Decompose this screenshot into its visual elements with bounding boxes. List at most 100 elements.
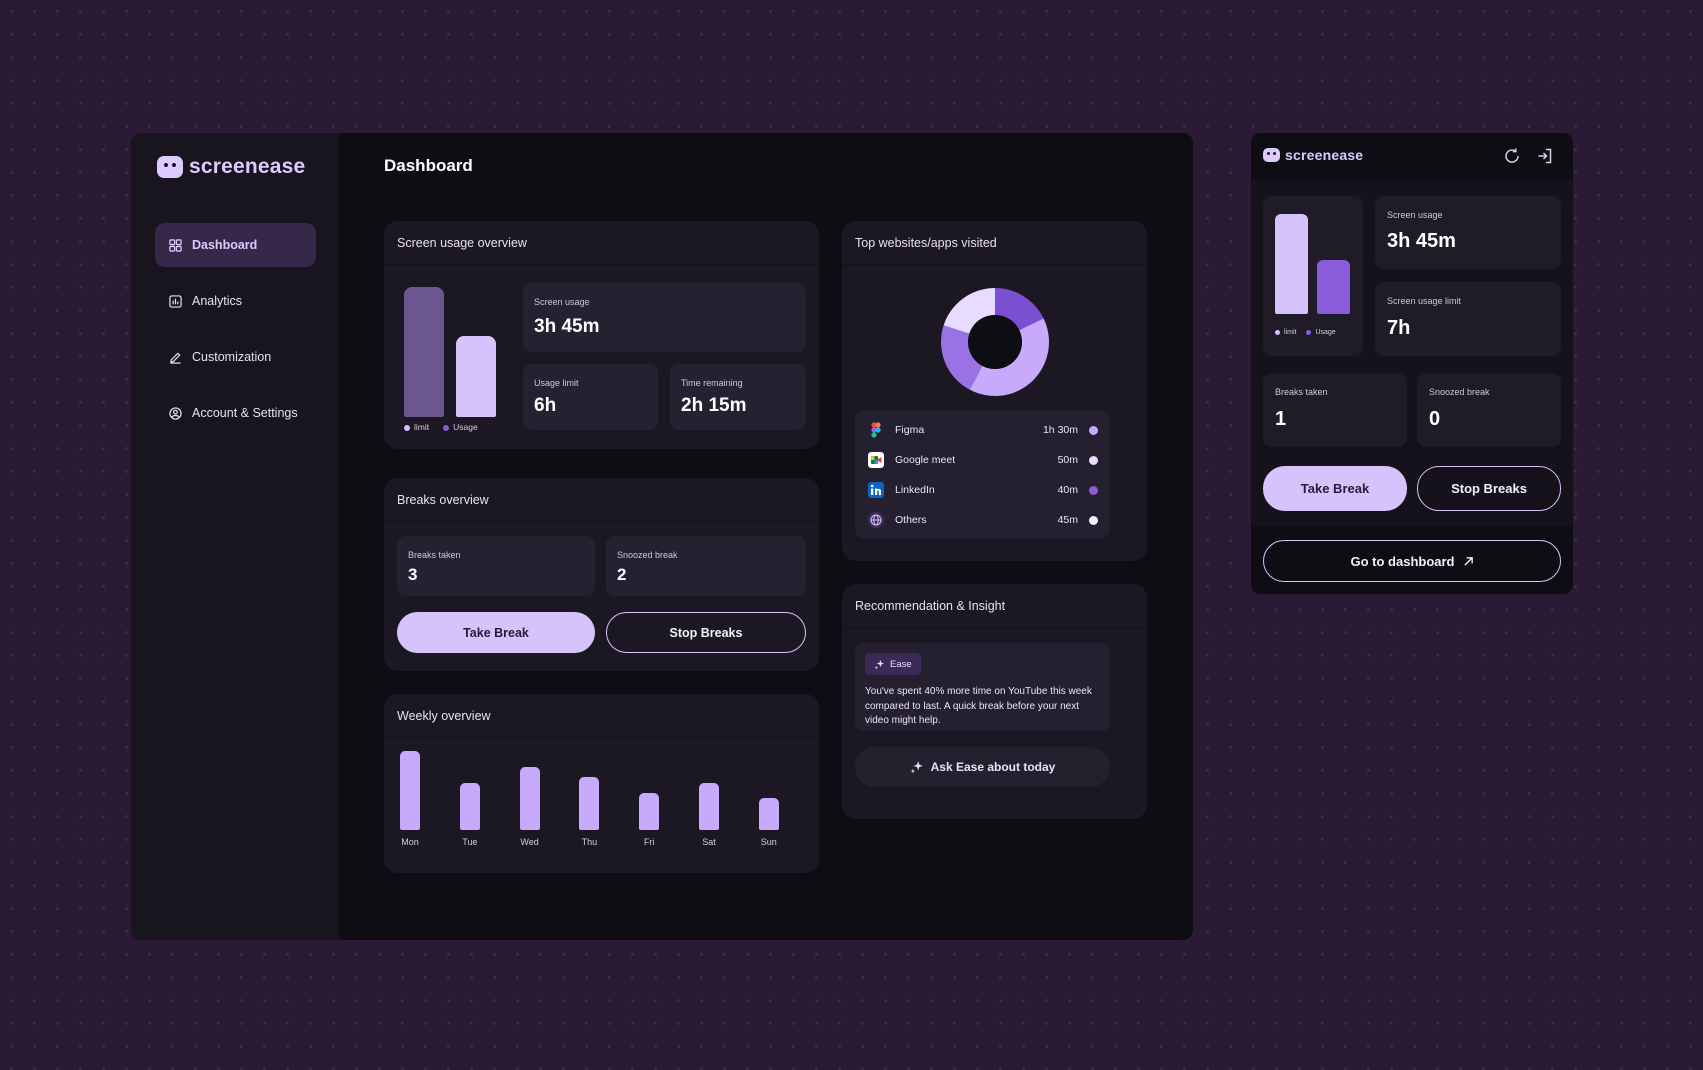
legend-label: limit (414, 422, 430, 432)
widget-legend: limit Usage (1275, 329, 1336, 336)
usage-bar-chart (404, 287, 496, 417)
stat-label: Breaks taken (1275, 387, 1328, 397)
list-item[interactable]: Others 45m (855, 505, 1110, 535)
app-name: Figma (895, 424, 925, 436)
usage-donut-chart (941, 288, 1049, 396)
page-title: Dashboard (384, 156, 473, 175)
usage-limit-stat: Usage limit 6h (523, 364, 658, 430)
widget-usage-bar-chart (1275, 214, 1351, 314)
top-apps-list: Figma 1h 30m Google meet 50m LinkedIn 40… (855, 410, 1110, 538)
app-time: 40m (1057, 484, 1078, 496)
week-label: Tue (462, 837, 478, 847)
week-bar-wed (519, 767, 540, 830)
stat-label: Screen usage (534, 297, 590, 307)
widget-snoozed-break-stat: Snoozed break 0 (1417, 373, 1561, 447)
dashboard-icon (169, 238, 182, 252)
widget-take-break-button[interactable]: Take Break (1263, 466, 1407, 511)
weekly-bar-chart: Mon Tue Wed Thu Fri Sat Sun (384, 694, 819, 873)
app-color-dot (1089, 455, 1098, 465)
legend-dot (1306, 329, 1312, 335)
arrow-up-right-icon (1463, 556, 1473, 566)
logo: screenease (157, 155, 305, 179)
insight-card: Recommendation & Insight Ease You've spe… (842, 584, 1147, 819)
list-item[interactable]: LinkedIn 40m (855, 475, 1110, 505)
legend-usage: Usage (1306, 329, 1336, 336)
ease-tag: Ease (865, 653, 921, 675)
refresh-icon[interactable] (1503, 147, 1521, 165)
go-to-dashboard-button[interactable]: Go to dashboard (1263, 540, 1561, 582)
sidebar-item-customization[interactable]: Customization (155, 335, 316, 379)
sidebar-item-account-settings[interactable]: Account & Settings (155, 391, 316, 435)
card-title: Top websites/apps visited (842, 221, 1147, 265)
account-icon (169, 406, 182, 420)
legend-label: Usage (453, 422, 478, 432)
stat-value: 2 (617, 565, 627, 584)
donut-hole (968, 315, 1022, 369)
ask-ease-label: Ask Ease about today (930, 760, 1056, 774)
week-bar-thu (579, 777, 600, 830)
week-label: Mon (401, 837, 419, 847)
stop-breaks-button[interactable]: Stop Breaks (606, 612, 806, 653)
stat-label: Snoozed break (617, 550, 678, 560)
app-color-dot (1089, 515, 1098, 525)
google-meet-icon (868, 452, 884, 468)
analytics-icon (169, 294, 182, 308)
widget-usage-chart-card: limit Usage (1263, 196, 1363, 356)
pencil-icon (170, 351, 181, 364)
globe-icon (868, 512, 884, 528)
card-title: Breaks overview (384, 478, 819, 522)
list-item[interactable]: Google meet 50m (855, 445, 1110, 475)
stat-value: 7h (1387, 317, 1411, 339)
week-label: Fri (643, 837, 655, 847)
widget-header: screenease (1251, 133, 1573, 179)
logout-icon[interactable] (1536, 147, 1554, 165)
ease-tag-label: Ease (890, 658, 912, 670)
app-time: 1h 30m (1042, 424, 1078, 436)
week-label: Wed (520, 837, 539, 847)
sidebar-item-label: Customization (192, 350, 272, 364)
screenease-widget: screenease limit Usage Screen usage 3h 4… (1251, 133, 1573, 594)
week-label: Thu (581, 837, 598, 847)
usage-legend: limit Usage (404, 422, 478, 432)
list-item[interactable]: Figma 1h 30m (855, 415, 1110, 445)
legend-limit: limit (1275, 329, 1296, 336)
sidebar-item-analytics[interactable]: Analytics (155, 279, 316, 323)
time-remaining-stat: Time remaining 2h 15m (670, 364, 806, 430)
weekly-overview-card: Weekly overview Mon Tue Wed Thu Fri Sat Sun (384, 694, 819, 873)
sidebar-nav: Dashboard Analytics Customization Accoun… (155, 223, 316, 447)
dashboard-window: screenease Dashboard Analytics Customiza… (131, 133, 1193, 940)
legend-usage: Usage (443, 422, 478, 432)
stat-label: Screen usage limit (1387, 296, 1462, 306)
stat-label: Time remaining (681, 378, 743, 388)
legend-limit: limit (404, 422, 429, 432)
breaks-overview-card: Breaks overview Breaks taken 3 Snoozed b… (384, 478, 819, 671)
linkedin-icon (868, 482, 884, 498)
stat-label: Usage limit (534, 378, 579, 388)
stat-value: 3h 45m (1387, 230, 1456, 252)
widget-breaks-taken-stat: Breaks taken 1 (1263, 373, 1407, 447)
stat-value: 3h 45m (534, 316, 600, 337)
sidebar-item-label: Account & Settings (192, 406, 298, 420)
stat-value: 2h 15m (681, 395, 747, 416)
logo-icon (1263, 148, 1280, 162)
sidebar-item-dashboard[interactable]: Dashboard (155, 223, 316, 267)
app-name: Google meet (895, 454, 956, 466)
stat-label: Screen usage (1387, 210, 1443, 220)
take-break-button[interactable]: Take Break (397, 612, 595, 653)
sparkle-icon (874, 659, 885, 670)
screen-usage-card: Screen usage overview limit Usage Screen… (384, 221, 819, 449)
legend-label: limit (1284, 329, 1297, 336)
sidebar-item-label: Dashboard (192, 238, 258, 252)
widget-screen-usage-stat: Screen usage 3h 45m (1375, 196, 1561, 269)
card-title: Recommendation & Insight (842, 584, 1147, 628)
legend-dot (443, 424, 450, 431)
usage-bar-limit (404, 287, 444, 417)
app-name: LinkedIn (895, 484, 935, 496)
app-color-dot (1089, 425, 1098, 435)
card-title: Screen usage overview (384, 221, 819, 265)
figma-icon (871, 422, 881, 438)
ask-ease-button[interactable]: Ask Ease about today (855, 747, 1110, 787)
snoozed-break-stat: Snoozed break 2 (606, 536, 806, 596)
widget-usage-limit-stat: Screen usage limit 7h (1375, 282, 1561, 356)
widget-stop-breaks-button[interactable]: Stop Breaks (1417, 466, 1561, 511)
